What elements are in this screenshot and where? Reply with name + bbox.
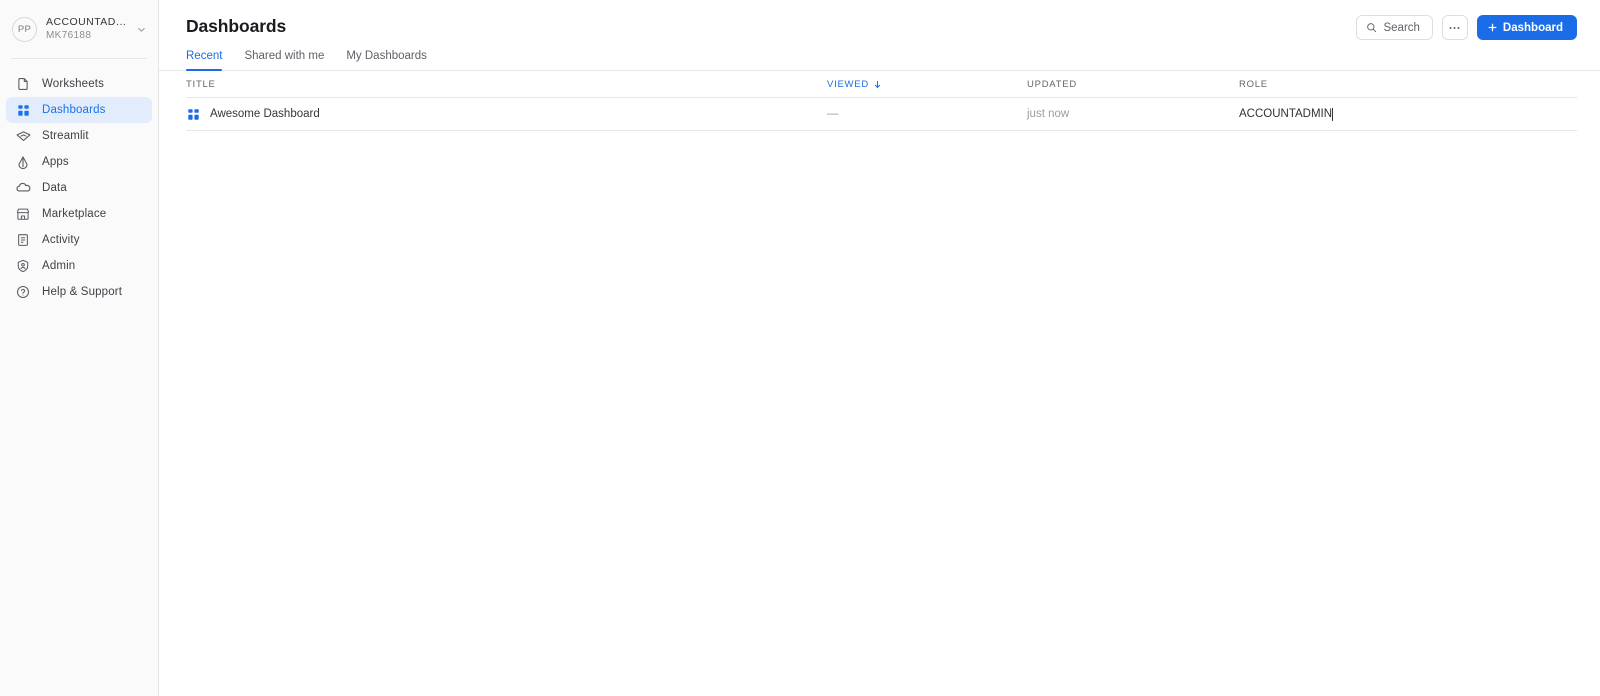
sidebar-item-dashboards[interactable]: Dashboards — [6, 97, 152, 123]
chevron-down-icon[interactable] — [136, 24, 148, 35]
column-header-updated[interactable]: UPDATED — [1027, 79, 1239, 90]
sidebar-nav: Worksheets Dashboards Streamlit Apps Dat… — [0, 59, 158, 305]
new-dashboard-label: Dashboard — [1502, 21, 1563, 34]
sidebar-item-data[interactable]: Data — [6, 175, 152, 201]
tab-recent[interactable]: Recent — [186, 50, 233, 71]
tab-shared-with-me[interactable]: Shared with me — [233, 50, 335, 70]
account-text: ACCOUNTADMIN MK76188 — [46, 16, 134, 43]
sidebar-item-streamlit[interactable]: Streamlit — [6, 123, 152, 149]
page-header: Dashboards Search Dashboard — [159, 0, 1600, 40]
dashboard-title: Awesome Dashboard — [210, 108, 320, 120]
sidebar-item-label: Activity — [42, 234, 80, 246]
column-header-label: TITLE — [186, 78, 216, 90]
cell-role: ACCOUNTADMIN — [1239, 107, 1577, 121]
sidebar-item-label: Dashboards — [42, 104, 106, 116]
sidebar-item-label: Help & Support — [42, 286, 123, 298]
column-header-label: UPDATED — [1027, 78, 1077, 90]
role-value: ACCOUNTADMIN — [1239, 108, 1333, 120]
sidebar-item-label: Marketplace — [42, 208, 107, 220]
tab-bar: Recent Shared with me My Dashboards — [159, 50, 1600, 71]
search-icon — [1366, 22, 1377, 33]
cloud-icon — [15, 180, 31, 196]
sidebar-item-help-support[interactable]: Help & Support — [6, 279, 152, 305]
tab-my-dashboards[interactable]: My Dashboards — [335, 50, 438, 70]
document-icon — [15, 76, 31, 92]
arrow-down-icon — [873, 80, 882, 89]
search-button[interactable]: Search — [1356, 15, 1433, 40]
main-content: Dashboards Search Dashboard Recent Share… — [159, 0, 1600, 696]
activity-icon — [15, 232, 31, 248]
grid-icon — [186, 107, 201, 122]
column-header-role[interactable]: ROLE — [1239, 79, 1577, 90]
new-dashboard-button[interactable]: Dashboard — [1476, 15, 1577, 40]
storefront-icon — [15, 206, 31, 222]
cell-updated: just now — [1027, 108, 1070, 120]
table-header-row: TITLE VIEWED UPDATED ROLE — [186, 71, 1577, 98]
sidebar-item-worksheets[interactable]: Worksheets — [6, 71, 152, 97]
search-button-label: Search — [1383, 21, 1420, 34]
column-header-label: VIEWED — [827, 78, 869, 90]
tab-label: Recent — [186, 50, 223, 62]
account-org: MK76188 — [46, 29, 92, 41]
plus-icon — [1487, 22, 1498, 33]
sidebar-item-activity[interactable]: Activity — [6, 227, 152, 253]
more-options-button[interactable] — [1441, 15, 1468, 40]
column-header-label: ROLE — [1239, 78, 1268, 90]
sidebar-item-label: Worksheets — [42, 78, 105, 90]
text-cursor — [1332, 107, 1334, 121]
avatar: PP — [12, 16, 37, 42]
streamlit-icon — [15, 128, 31, 144]
cell-title: Awesome Dashboard — [186, 107, 827, 122]
sidebar-item-label: Apps — [42, 156, 69, 168]
sidebar: PP ACCOUNTADMIN MK76188 Worksheets Dashb… — [0, 0, 159, 696]
sidebar-item-marketplace[interactable]: Marketplace — [6, 201, 152, 227]
apps-icon — [15, 154, 31, 170]
dashboards-table: TITLE VIEWED UPDATED ROLE Awesome Dashbo… — [186, 71, 1577, 131]
account-switcher[interactable]: PP ACCOUNTADMIN MK76188 — [0, 0, 158, 47]
shield-user-icon — [15, 258, 31, 274]
sidebar-item-label: Data — [42, 182, 67, 194]
sidebar-item-apps[interactable]: Apps — [6, 149, 152, 175]
column-header-viewed[interactable]: VIEWED — [827, 79, 1027, 90]
header-actions: Search Dashboard — [1356, 14, 1577, 40]
account-role: ACCOUNTADMIN — [46, 15, 134, 28]
ellipsis-icon — [1448, 26, 1461, 30]
grid-icon — [15, 102, 31, 118]
column-header-title[interactable]: TITLE — [186, 79, 827, 90]
tab-label: Shared with me — [244, 50, 325, 62]
help-circle-icon — [15, 284, 31, 300]
tab-label: My Dashboards — [346, 50, 427, 62]
table-row[interactable]: Awesome Dashboard — just now ACCOUNTADMI… — [186, 98, 1577, 131]
cell-viewed: — — [827, 108, 839, 120]
app-root: PP ACCOUNTADMIN MK76188 Worksheets Dashb… — [0, 0, 1600, 696]
sidebar-item-label: Streamlit — [42, 130, 89, 142]
page-title: Dashboards — [186, 16, 287, 36]
avatar-initials: PP — [17, 23, 32, 35]
sidebar-item-label: Admin — [42, 260, 76, 272]
sidebar-item-admin[interactable]: Admin — [6, 253, 152, 279]
